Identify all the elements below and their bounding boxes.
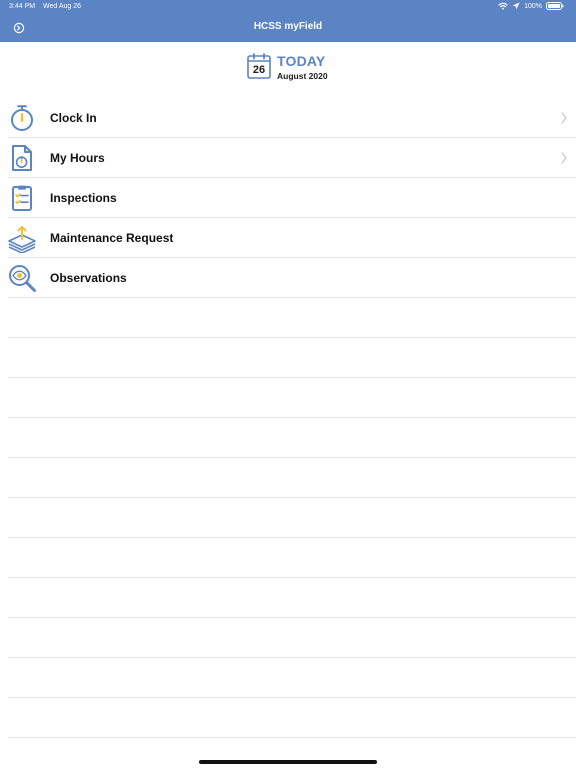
empty-row: [0, 298, 576, 338]
status-date: Wed Aug 26: [43, 3, 82, 10]
top-bar: 3:44 PM Wed Aug 26 100% HCSS myField: [0, 0, 576, 42]
today-month-year: August 2020: [277, 71, 328, 81]
empty-row: [0, 658, 576, 698]
menu-item-inspections[interactable]: Inspections: [0, 178, 576, 218]
home-indicator[interactable]: [199, 760, 377, 764]
empty-row: [0, 618, 576, 658]
main-menu: Clock In My Hours Inspections Maintenanc…: [0, 98, 576, 298]
chevron-right-icon: [561, 152, 567, 164]
menu-item-label: Observations: [50, 271, 127, 285]
maintenance-stack-icon: [7, 222, 37, 254]
location-arrow-icon: [512, 1, 520, 13]
app-screen: 3:44 PM Wed Aug 26 100% HCSS myField 26 …: [0, 0, 576, 768]
today-day-number: 26: [252, 64, 266, 76]
chevron-right-icon: [561, 112, 567, 124]
empty-row: [0, 698, 576, 738]
empty-row: [0, 578, 576, 618]
clipboard-checklist-icon: [7, 182, 37, 214]
today-header: 26 TODAY August 2020: [247, 53, 367, 83]
empty-row: [0, 498, 576, 538]
empty-row: [0, 338, 576, 378]
menu-item-label: My Hours: [50, 151, 105, 165]
empty-row: [0, 458, 576, 498]
battery-percent: 100%: [524, 3, 542, 10]
menu-item-observations[interactable]: Observations: [0, 258, 576, 298]
menu-item-label: Maintenance Request: [50, 231, 174, 245]
stopwatch-icon: [7, 102, 37, 134]
wifi-icon: [498, 2, 508, 13]
menu-item-label: Clock In: [50, 111, 97, 125]
empty-list-area: [0, 298, 576, 738]
menu-item-maintenance-request[interactable]: Maintenance Request: [0, 218, 576, 258]
app-title: HCSS myField: [253, 21, 323, 32]
empty-row: [0, 538, 576, 578]
battery-icon: [546, 1, 564, 13]
status-time: 3:44 PM: [9, 3, 36, 10]
status-indicators: 100%: [498, 1, 564, 13]
today-label: TODAY: [277, 53, 326, 69]
empty-row: [0, 378, 576, 418]
menu-item-label: Inspections: [50, 191, 117, 205]
magnifier-eye-icon: [7, 262, 37, 294]
menu-item-my-hours[interactable]: My Hours: [0, 138, 576, 178]
menu-item-clock-in[interactable]: Clock In: [0, 98, 576, 138]
timesheet-icon: [7, 142, 37, 174]
empty-row: [0, 418, 576, 458]
